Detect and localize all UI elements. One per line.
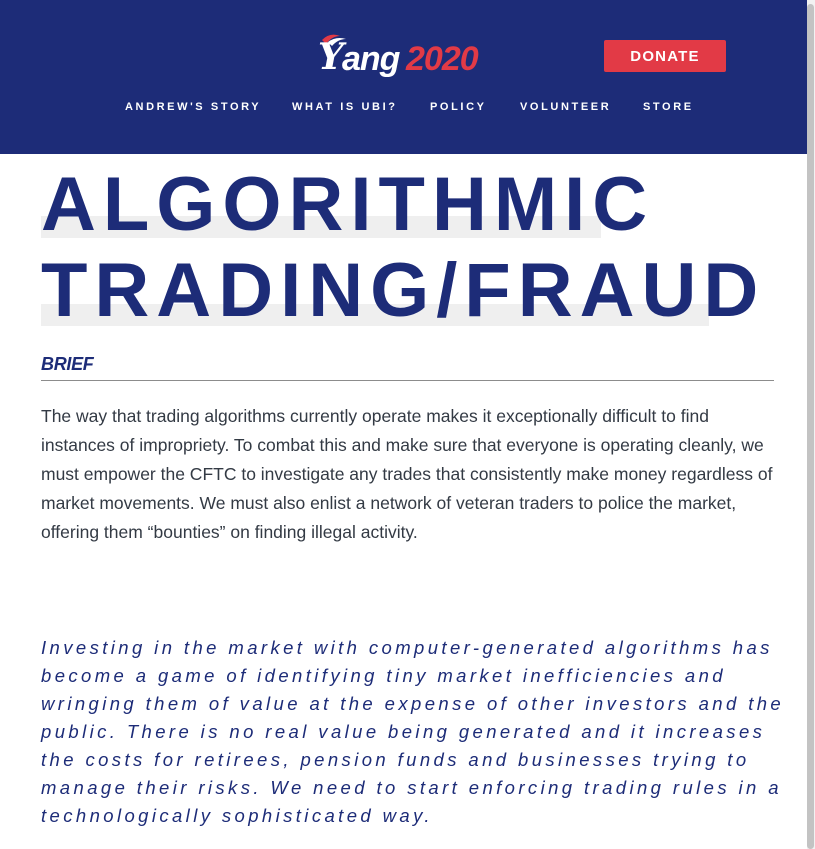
nav-item-andrews-story[interactable]: ANDREW'S STORY — [125, 101, 261, 113]
brief-heading: BRIEF — [41, 354, 94, 374]
logo-letter-y: Y — [318, 36, 344, 78]
nav-item-store[interactable]: STORE — [643, 101, 694, 113]
nav-item-volunteer[interactable]: VOLUNTEER — [520, 101, 611, 113]
main-nav: ANDREW'S STORY WHAT IS UBI? POLICY VOLUN… — [0, 101, 807, 115]
page-title-line-1: ALGORITHMIC — [41, 162, 655, 247]
page-title-line-2: TRADING/FRAUD — [41, 248, 766, 333]
site-header: Y ang 2020 DONATE ANDREW'S STORY WHAT IS… — [0, 0, 807, 154]
nav-item-what-is-ubi[interactable]: WHAT IS UBI? — [292, 101, 398, 113]
brief-divider — [41, 380, 774, 381]
logo-wordmark: ang — [342, 40, 400, 78]
logo-year: 2020 — [406, 40, 479, 78]
yang2020-logo[interactable]: Y ang 2020 — [318, 32, 498, 82]
donate-button[interactable]: DONATE — [604, 40, 726, 72]
brief-paragraph: The way that trading algorithms currentl… — [41, 406, 773, 542]
scrollbar-thumb[interactable] — [807, 4, 814, 849]
policy-quote: Investing in the market with computer-ge… — [41, 637, 785, 826]
nav-item-policy[interactable]: POLICY — [430, 101, 487, 113]
